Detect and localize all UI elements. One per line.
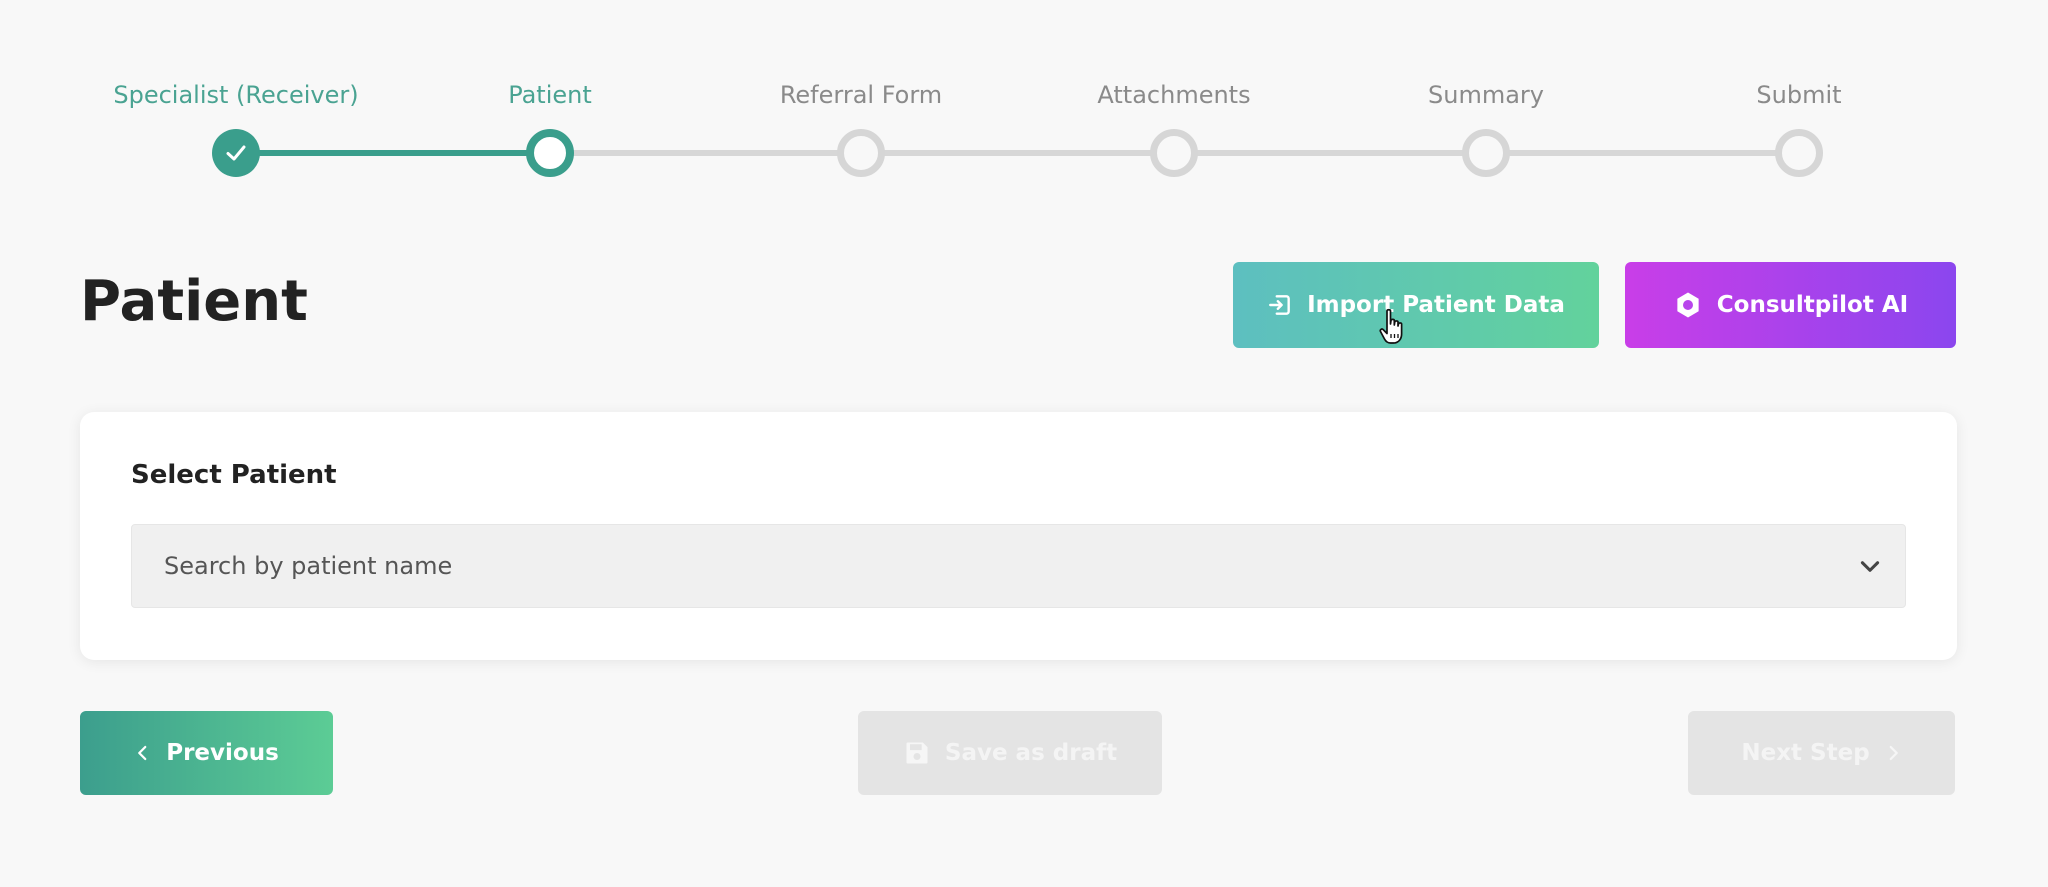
- step-submit[interactable]: Submit: [1669, 0, 1929, 177]
- referral-page: Specialist (Receiver) Patient Referral F…: [0, 0, 2048, 887]
- step-indicator-pending: [1150, 129, 1198, 177]
- select-patient-label: Select Patient: [131, 460, 337, 490]
- step-indicator-done: [212, 129, 260, 177]
- progress-stepper: Specialist (Receiver) Patient Referral F…: [0, 0, 2048, 200]
- step-label: Specialist (Receiver): [113, 81, 359, 109]
- step-indicator-current: [526, 129, 574, 177]
- ai-button-label: Consultpilot AI: [1716, 292, 1909, 318]
- step-attachments[interactable]: Attachments: [1044, 0, 1304, 177]
- consultpilot-ai-button[interactable]: Consultpilot AI: [1625, 262, 1956, 348]
- select-patient-card: Select Patient Search by patient name: [80, 412, 1957, 660]
- import-icon: [1267, 292, 1293, 318]
- step-indicator-pending: [1775, 129, 1823, 177]
- previous-button[interactable]: Previous: [80, 711, 333, 795]
- step-patient[interactable]: Patient: [420, 0, 680, 177]
- step-indicator-pending: [837, 129, 885, 177]
- step-specialist-receiver[interactable]: Specialist (Receiver): [106, 0, 366, 177]
- step-label: Referral Form: [779, 81, 943, 109]
- save-draft-label: Save as draft: [944, 740, 1118, 766]
- chevron-left-icon: [134, 744, 152, 762]
- chevron-down-icon[interactable]: [1857, 553, 1883, 579]
- step-summary[interactable]: Summary: [1356, 0, 1616, 177]
- page-title: Patient: [80, 269, 308, 334]
- chevron-right-icon: [1884, 744, 1902, 762]
- select-placeholder: Search by patient name: [164, 552, 453, 580]
- step-label: Patient: [508, 81, 592, 109]
- next-step-label: Next Step: [1741, 740, 1870, 766]
- next-step-button[interactable]: Next Step: [1688, 711, 1955, 795]
- stepper-line-completed: [236, 150, 550, 156]
- check-icon: [226, 145, 246, 161]
- import-button-label: Import Patient Data: [1307, 292, 1565, 318]
- patient-search-select[interactable]: Search by patient name: [131, 524, 1906, 608]
- step-indicator-pending: [1462, 129, 1510, 177]
- import-patient-data-button[interactable]: Import Patient Data: [1233, 262, 1599, 348]
- previous-button-label: Previous: [166, 740, 279, 766]
- save-icon: [903, 739, 931, 767]
- ai-logo-icon: [1673, 290, 1703, 320]
- step-label: Summary: [1428, 81, 1544, 109]
- save-draft-button[interactable]: Save as draft: [858, 711, 1162, 795]
- step-label: Submit: [1756, 81, 1842, 109]
- hand-cursor-icon: [1379, 308, 1403, 344]
- step-referral-form[interactable]: Referral Form: [731, 0, 991, 177]
- step-label: Attachments: [1097, 81, 1251, 109]
